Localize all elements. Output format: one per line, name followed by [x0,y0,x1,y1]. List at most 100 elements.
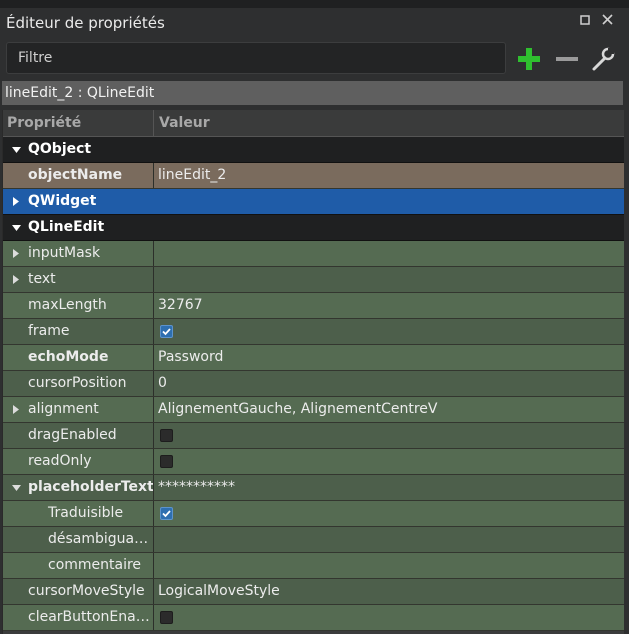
group-label: QObject [28,141,92,157]
column-header-property[interactable]: Propriété [3,110,154,136]
property-name: désambigua… [48,531,149,547]
property-value-cell[interactable] [155,553,624,578]
group-row-qwidget[interactable]: QWidget [3,189,624,215]
property-name-cell: placeholderText [3,475,154,500]
property-row-maxlength[interactable]: maxLength 32767 [3,293,624,319]
property-name-cell: inputMask [3,241,154,266]
collapsed-arrow-icon[interactable] [9,189,23,214]
property-row-text[interactable]: text [3,267,624,293]
checkbox-checked[interactable] [160,325,173,338]
property-value: *********** [158,479,235,495]
property-row-dragenabled[interactable]: dragEnabled [3,423,624,449]
panel-titlebar: Éditeur de propriétés [0,8,629,38]
expanded-arrow-icon[interactable] [9,215,23,240]
property-row-inputmask[interactable]: inputMask [3,241,624,267]
property-name: dragEnabled [28,427,117,443]
wrench-icon[interactable] [589,45,617,73]
property-value: 0 [158,375,167,391]
property-row-cursormovestyle[interactable]: cursorMoveStyle LogicalMoveStyle [3,579,624,605]
property-value-cell[interactable] [155,241,624,266]
group-row-qlineedit[interactable]: QLineEdit [3,215,624,241]
property-name-cell: maxLength [3,293,154,318]
property-name: objectName [28,167,123,183]
property-table: Propriété Valeur QObject objectName lineEd… [2,110,624,634]
property-value-cell[interactable] [155,267,624,292]
close-icon[interactable] [602,14,613,29]
filter-placeholder: Filtre [18,50,53,66]
property-row-frame[interactable]: frame [3,319,624,345]
property-name-cell: désambigua… [3,527,154,552]
property-name-cell: readOnly [3,449,154,474]
property-value-cell[interactable]: LogicalMoveStyle [155,579,624,604]
property-value: AlignementGauche, AlignementCentreV [158,401,438,417]
property-value-cell[interactable]: 0 [155,371,624,396]
property-value-cell[interactable] [155,423,624,448]
expanded-arrow-icon[interactable] [9,137,23,162]
property-value: 32767 [158,297,203,313]
property-name-cell: objectName [3,163,154,188]
property-name: readOnly [28,453,92,469]
group-row-qobject[interactable]: QObject [3,137,624,163]
property-row-echomode[interactable]: echoMode Password [3,345,624,371]
background-text-fragment [230,0,305,6]
property-name-cell: frame [3,319,154,344]
property-name: inputMask [28,245,101,261]
property-value-cell[interactable] [155,319,624,344]
property-value-cell[interactable]: *********** [155,475,624,500]
property-value-cell[interactable] [155,501,624,526]
checkbox-unchecked[interactable] [160,429,173,442]
property-name-cell: text [3,267,154,292]
table-header: Propriété Valeur [3,110,624,137]
subproperty-row-d-sambigua[interactable]: désambigua… [3,527,624,553]
property-value-cell[interactable]: 32767 [155,293,624,318]
property-name: alignment [28,401,99,417]
checkbox-checked[interactable] [160,507,173,520]
property-name: commentaire [48,557,142,573]
top-strip [0,0,629,8]
property-row-cursorposition[interactable]: cursorPosition 0 [3,371,624,397]
property-value: Password [158,349,224,365]
collapsed-arrow-icon[interactable] [9,241,23,266]
property-name: placeholderText [28,479,154,495]
property-value-cell[interactable]: Password [155,345,624,370]
collapsed-arrow-icon[interactable] [9,397,23,422]
background-text-fragment [88,0,168,6]
property-value-cell[interactable] [155,527,624,552]
property-value-cell[interactable]: AlignementGauche, AlignementCentreV [155,397,624,422]
property-name: clearButtonEna… [28,609,150,625]
property-value: lineEdit_2 [158,167,227,183]
plus-icon[interactable] [515,45,543,73]
property-name-cell: clearButtonEna… [3,605,154,630]
minus-icon[interactable] [553,45,581,73]
object-class-label: lineEdit_2 : QLineEdit [2,81,623,105]
property-row-clearbuttonena[interactable]: clearButtonEna… [3,605,624,631]
property-name-cell: cursorPosition [3,371,154,396]
property-row-placeholdertext[interactable]: placeholderText *********** [3,475,624,501]
property-row-readonly[interactable]: readOnly [3,449,624,475]
group-label: QLineEdit [28,219,105,235]
property-name-cell: Traduisible [3,501,154,526]
property-value: LogicalMoveStyle [158,583,280,599]
property-name: text [28,271,56,287]
checkbox-unchecked[interactable] [160,455,173,468]
filter-input[interactable]: Filtre [6,42,506,74]
column-header-value[interactable]: Valeur [155,110,624,136]
subproperty-row-traduisible[interactable]: Traduisible [3,501,624,527]
property-name: cursorPosition [28,375,127,391]
float-icon[interactable] [580,14,590,29]
property-value-cell[interactable] [155,449,624,474]
panel-title: Éditeur de propriétés [6,14,165,32]
property-row-objectname[interactable]: objectName lineEdit_2 [3,163,624,189]
property-row-alignment[interactable]: alignment AlignementGauche, AlignementCen… [3,397,624,423]
expanded-arrow-icon[interactable] [9,475,23,500]
property-name-cell: alignment [3,397,154,422]
subproperty-row-commentaire[interactable]: commentaire [3,553,624,579]
property-value-cell[interactable]: lineEdit_2 [155,163,624,188]
property-name: maxLength [28,297,107,313]
property-value-cell[interactable] [155,605,624,630]
checkbox-unchecked[interactable] [160,611,173,624]
property-name-cell: dragEnabled [3,423,154,448]
property-name: cursorMoveStyle [28,583,145,599]
collapsed-arrow-icon[interactable] [9,267,23,292]
property-name: echoMode [28,349,109,365]
